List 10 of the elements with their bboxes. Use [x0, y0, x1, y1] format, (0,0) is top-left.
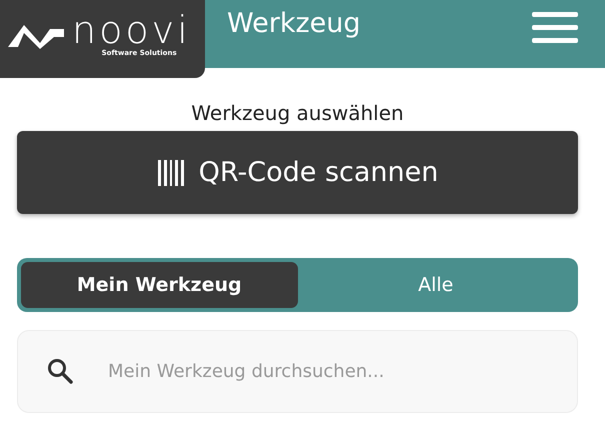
menu-icon[interactable]	[532, 12, 578, 44]
scan-button[interactable]: QR-Code scannen	[17, 131, 578, 214]
logo-wordmark: noovi	[72, 10, 191, 48]
search-icon	[47, 358, 73, 384]
page-title: Werkzeug	[227, 8, 362, 39]
segment-tab[interactable]: Mein Werkzeug	[21, 262, 298, 308]
barcode-icon	[156, 160, 185, 186]
segment-tab[interactable]: Alle	[298, 262, 574, 308]
section-label: Werkzeug auswählen	[190, 100, 405, 127]
search-field[interactable]: Mein Werkzeug durchsuchen...	[17, 330, 578, 413]
